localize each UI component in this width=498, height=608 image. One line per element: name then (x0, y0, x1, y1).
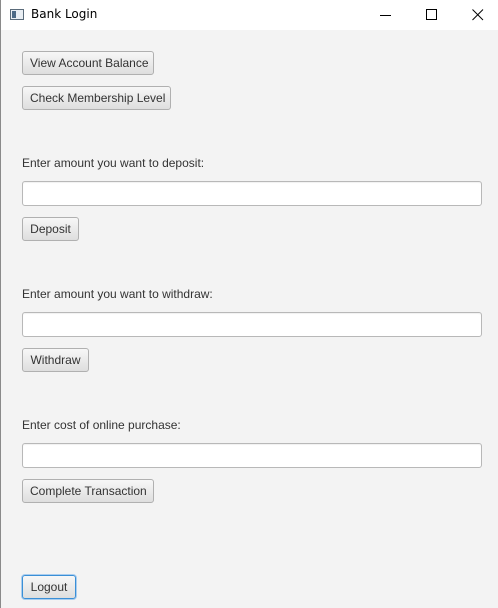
logout-button[interactable]: Logout (22, 575, 76, 599)
maximize-icon (426, 9, 437, 20)
check-membership-level-button[interactable]: Check Membership Level (22, 86, 171, 110)
withdraw-prompt-label: Enter amount you want to withdraw: (22, 287, 213, 301)
minimize-button[interactable] (363, 0, 409, 30)
app-window-icon (10, 9, 24, 20)
purchase-prompt-label: Enter cost of online purchase: (22, 418, 181, 432)
close-button[interactable] (455, 0, 498, 30)
window-title: Bank Login (31, 7, 98, 21)
complete-transaction-button[interactable]: Complete Transaction (22, 479, 154, 503)
close-icon (472, 9, 484, 21)
deposit-amount-input[interactable] (22, 181, 482, 206)
view-account-balance-button[interactable]: View Account Balance (22, 51, 154, 75)
title-bar[interactable]: Bank Login (1, 0, 498, 30)
withdraw-amount-input[interactable] (22, 312, 482, 337)
withdraw-button[interactable]: Withdraw (22, 348, 89, 372)
maximize-button[interactable] (409, 0, 455, 30)
purchase-cost-input[interactable] (22, 443, 482, 468)
deposit-prompt-label: Enter amount you want to deposit: (22, 156, 205, 170)
bank-login-window: Bank Login View Account Balance Check Me… (0, 0, 498, 608)
deposit-button[interactable]: Deposit (22, 217, 79, 241)
minimize-icon (380, 15, 391, 16)
